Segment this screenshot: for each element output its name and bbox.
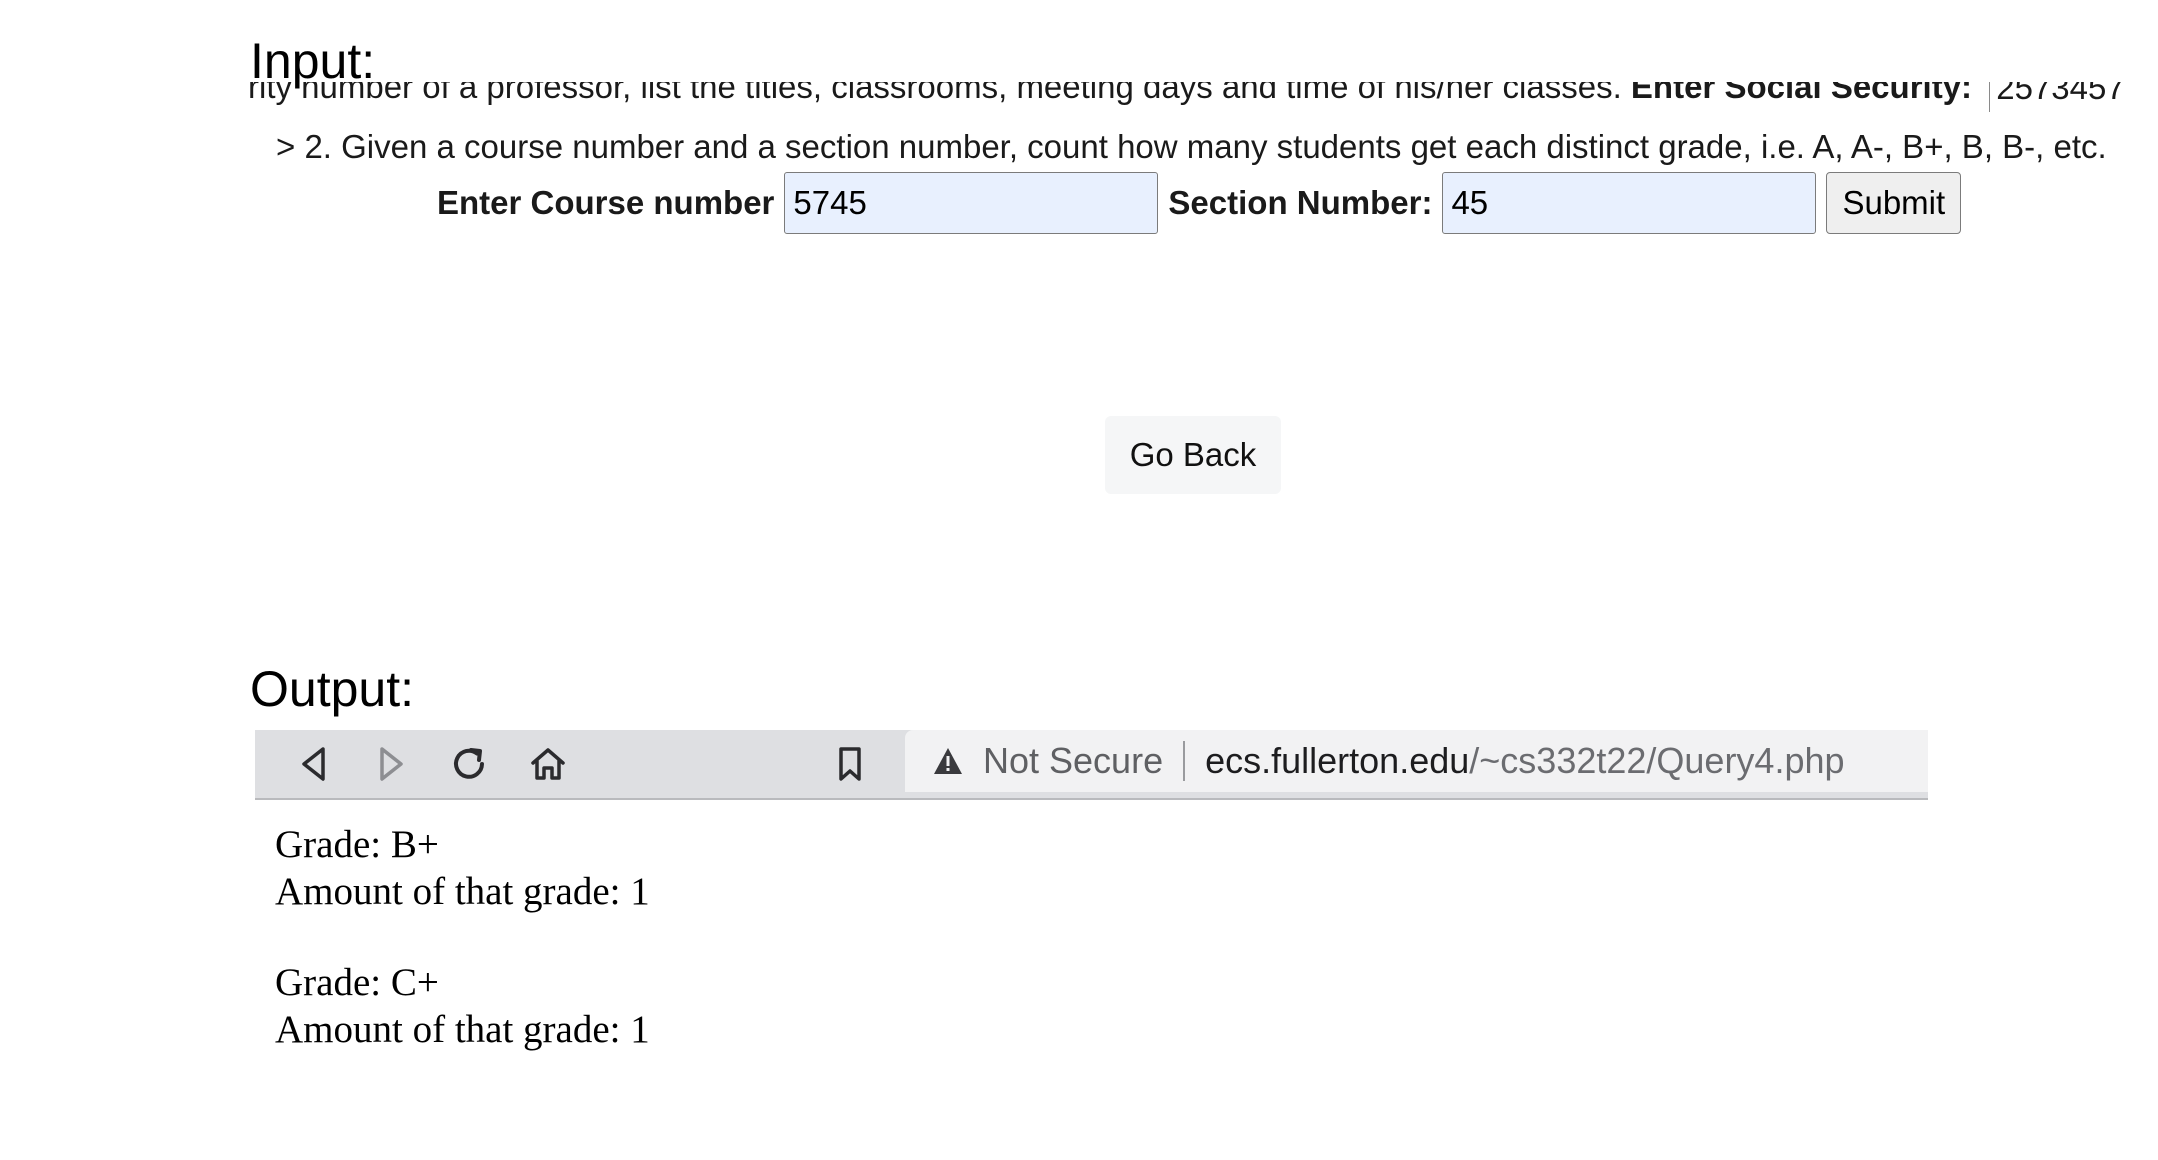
bookmark-icon[interactable] [826,730,874,798]
go-back-button[interactable]: Go Back [1105,416,1281,494]
url-path: /~cs332t22/Query4.php [1469,740,1845,781]
security-status: Not Secure [983,740,1164,781]
warning-icon [931,744,965,778]
result-amount-line: Amount of that grade: 1 [275,870,650,913]
address-bar[interactable]: Not Secure ecs.fullerton.edu/~cs332t22/Q… [905,730,1928,792]
section-number-label: Section Number: [1168,184,1433,221]
grade-count-form: Enter Course number Section Number: Subm… [437,172,1962,234]
course-number-input[interactable] [784,172,1159,234]
url-divider [1183,741,1186,781]
course-number-label: Enter Course number [437,184,775,221]
forward-icon[interactable] [367,730,415,798]
submit-button[interactable]: Submit [1826,172,1962,234]
previous-question-text: rity number of a professor, list the tit… [248,82,1622,105]
question-2-text: > 2. Given a course number and a section… [276,128,2107,165]
browser-toolbar: Not Secure ecs.fullerton.edu/~cs332t22/Q… [255,730,1928,800]
ssn-label: Enter Social Security: [1630,82,1973,105]
output-heading: Output: [250,661,414,717]
section-number-input[interactable] [1442,172,1817,234]
back-icon[interactable] [290,730,338,798]
ssn-input[interactable]: 2573457 [1989,82,2158,112]
reload-icon[interactable] [445,730,493,798]
result-grade-line: Grade: B+ [275,823,439,866]
url-host: ecs.fullerton.edu [1205,740,1470,781]
input-heading: Input: [250,33,376,89]
previous-question-line: rity number of a professor, list the tit… [248,82,2158,112]
home-icon[interactable] [524,730,572,798]
result-grade-line: Grade: C+ [275,961,439,1004]
result-amount-line: Amount of that grade: 1 [275,1008,650,1051]
